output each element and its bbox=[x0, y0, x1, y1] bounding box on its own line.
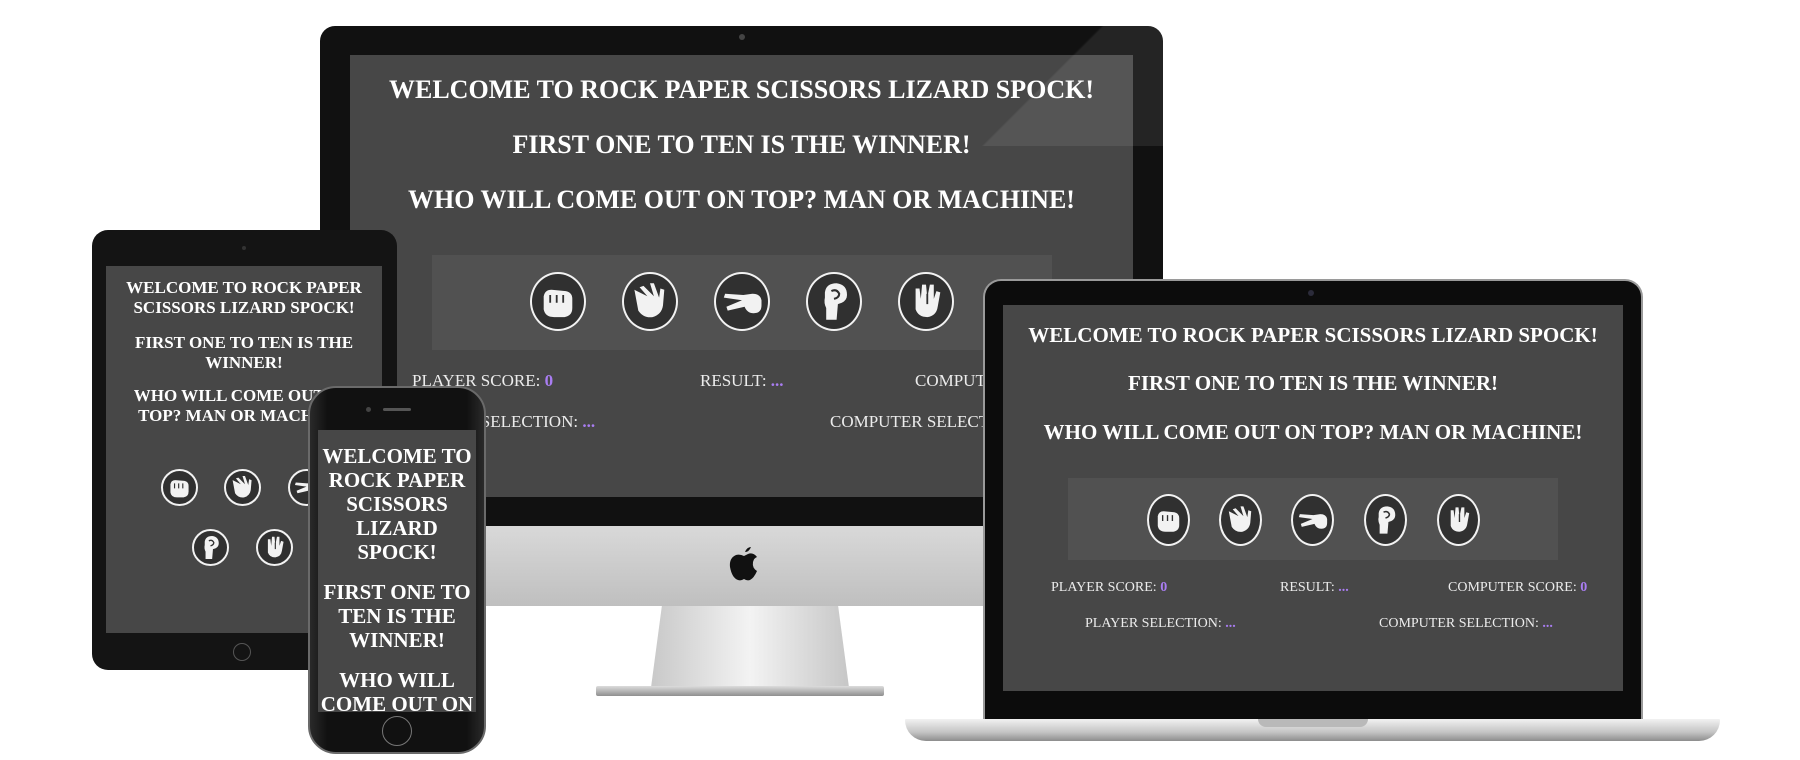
laptop-welcome-heading: WELCOME TO ROCK PAPER SCISSORS LIZARD SP… bbox=[1028, 323, 1598, 347]
spock-icon bbox=[258, 531, 291, 564]
first-to-heading: FIRST ONE TO TEN IS THE WINNER! bbox=[512, 130, 971, 159]
tablet-welcome-heading: WELCOME TO ROCK PAPER SCISSORS LIZARD SP… bbox=[126, 278, 362, 317]
result: RESULT: ... bbox=[700, 371, 784, 391]
lizard-icon bbox=[194, 531, 227, 564]
laptop-notch bbox=[1258, 719, 1368, 727]
lizard-icon bbox=[1366, 496, 1405, 544]
laptop-rock-button[interactable] bbox=[1147, 494, 1190, 546]
phone-welcome-heading: WELCOME TO ROCK PAPER SCISSORS LIZARD SP… bbox=[322, 444, 472, 564]
paper-button[interactable] bbox=[622, 272, 678, 331]
phone-screen: WELCOME TO ROCK PAPER SCISSORS LIZARD SP… bbox=[318, 430, 476, 712]
scissors-icon bbox=[1293, 496, 1332, 544]
tablet-spock-button[interactable] bbox=[256, 529, 293, 566]
desktop-stand-neck bbox=[650, 605, 850, 695]
laptop-scissors-button[interactable] bbox=[1291, 494, 1334, 546]
phone-home-button[interactable] bbox=[382, 716, 412, 746]
phone-first-to-heading: FIRST ONE TO TEN IS THE WINNER! bbox=[323, 580, 471, 652]
result-label: RESULT: bbox=[700, 371, 767, 390]
laptop-player-selection: PLAYER SELECTION: ... bbox=[1085, 616, 1236, 631]
paper-icon bbox=[226, 471, 259, 504]
laptop-lizard-button[interactable] bbox=[1364, 494, 1407, 546]
laptop-computer-selection: COMPUTER SELECTION: ... bbox=[1379, 616, 1553, 631]
phone-camera bbox=[366, 407, 371, 412]
scissors-icon bbox=[716, 274, 768, 329]
tablet-paper-button[interactable] bbox=[224, 469, 261, 506]
player-score-value: 0 bbox=[544, 371, 554, 390]
rock-icon bbox=[532, 274, 584, 329]
desktop-camera bbox=[739, 34, 745, 40]
welcome-heading: WELCOME TO ROCK PAPER SCISSORS LIZARD SP… bbox=[388, 75, 1094, 104]
laptop-choice-panel bbox=[1068, 478, 1558, 560]
rock-button[interactable] bbox=[530, 272, 586, 331]
tablet-rock-button[interactable] bbox=[161, 469, 198, 506]
who-wins-heading: WHO WILL COME OUT ON TOP? MAN OR MACHINE… bbox=[408, 185, 1075, 214]
laptop-paper-button[interactable] bbox=[1219, 494, 1262, 546]
laptop-computer-score: COMPUTER SCORE: 0 bbox=[1448, 580, 1588, 595]
laptop-spock-button[interactable] bbox=[1437, 494, 1480, 546]
player-selection-value: ... bbox=[582, 412, 596, 431]
choice-panel bbox=[432, 255, 1052, 350]
lizard-icon bbox=[808, 274, 860, 329]
tablet-first-to-heading: FIRST ONE TO TEN IS THE WINNER! bbox=[134, 333, 354, 372]
tablet-lizard-button[interactable] bbox=[192, 529, 229, 566]
apple-logo-icon bbox=[727, 543, 761, 583]
laptop-screen: WELCOME TO ROCK PAPER SCISSORS LIZARD SP… bbox=[1003, 305, 1623, 691]
spock-icon bbox=[1439, 496, 1478, 544]
desktop-stand-base bbox=[596, 686, 884, 696]
paper-icon bbox=[1221, 496, 1260, 544]
tablet-camera bbox=[242, 246, 246, 250]
laptop-who-wins-heading: WHO WILL COME OUT ON TOP? MAN OR MACHINE… bbox=[1043, 420, 1583, 444]
lizard-button[interactable] bbox=[806, 272, 862, 331]
laptop-result: RESULT: ... bbox=[1280, 580, 1349, 595]
result-value: ... bbox=[770, 371, 784, 390]
paper-icon bbox=[624, 274, 676, 329]
phone-who-wins-heading: WHO WILL COME OUT ON bbox=[320, 668, 474, 712]
rock-icon bbox=[1149, 496, 1188, 544]
rock-icon bbox=[163, 471, 196, 504]
laptop-player-score: PLAYER SCORE: 0 bbox=[1051, 580, 1168, 595]
phone-speaker bbox=[383, 408, 411, 411]
laptop-camera bbox=[1308, 290, 1314, 296]
scissors-button[interactable] bbox=[714, 272, 770, 331]
spock-icon bbox=[900, 274, 952, 329]
spock-button[interactable] bbox=[898, 272, 954, 331]
laptop-first-to-heading: FIRST ONE TO TEN IS THE WINNER! bbox=[1128, 371, 1498, 395]
tablet-home-button[interactable] bbox=[233, 643, 251, 661]
